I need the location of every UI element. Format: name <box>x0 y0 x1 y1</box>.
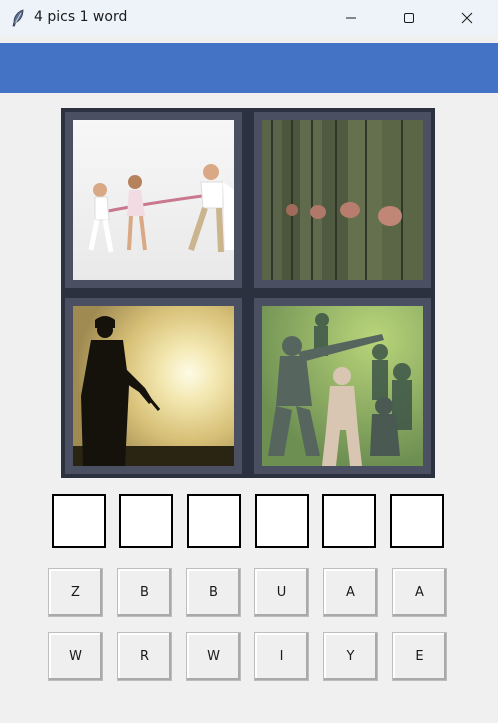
letter-button-y[interactable]: Y <box>323 632 378 681</box>
letter-button-z[interactable]: Z <box>48 568 103 617</box>
header-band <box>0 43 498 93</box>
letter-button-a[interactable]: A <box>392 568 447 617</box>
soldier-silhouette-sunset-photo <box>73 306 234 466</box>
letter-button-w[interactable]: W <box>186 632 241 681</box>
letter-button-w[interactable]: W <box>48 632 103 681</box>
letter-button-i[interactable]: I <box>254 632 309 681</box>
picture-2 <box>254 112 431 288</box>
letter-button-r[interactable]: R <box>117 632 172 681</box>
letter-button-a[interactable]: A <box>323 568 378 617</box>
tug-of-war-children-photo <box>73 120 234 280</box>
picture-1 <box>65 112 242 288</box>
maximize-icon <box>404 13 414 23</box>
answer-slot[interactable] <box>119 494 173 548</box>
image-grid <box>61 108 435 478</box>
minimize-icon <box>346 17 356 19</box>
feather-icon <box>12 9 24 27</box>
letter-button-b[interactable]: B <box>117 568 172 617</box>
soldiers-in-line-photo <box>262 120 423 280</box>
letter-button-u[interactable]: U <box>254 568 309 617</box>
close-button[interactable] <box>444 0 490 36</box>
window-title: 4 pics 1 word <box>34 9 128 25</box>
title-bar: 4 pics 1 word <box>0 0 498 36</box>
close-icon <box>461 12 473 24</box>
letter-button-e[interactable]: E <box>392 632 447 681</box>
answer-slot[interactable] <box>255 494 309 548</box>
answer-slot[interactable] <box>322 494 376 548</box>
picture-3 <box>65 298 242 474</box>
answer-slot[interactable] <box>187 494 241 548</box>
answer-slot[interactable] <box>52 494 106 548</box>
maximize-button[interactable] <box>386 0 432 36</box>
picture-4 <box>254 298 431 474</box>
answer-slot[interactable] <box>390 494 444 548</box>
letter-button-b[interactable]: B <box>186 568 241 617</box>
toy-army-men-photo <box>262 306 423 466</box>
minimize-button[interactable] <box>328 0 374 36</box>
